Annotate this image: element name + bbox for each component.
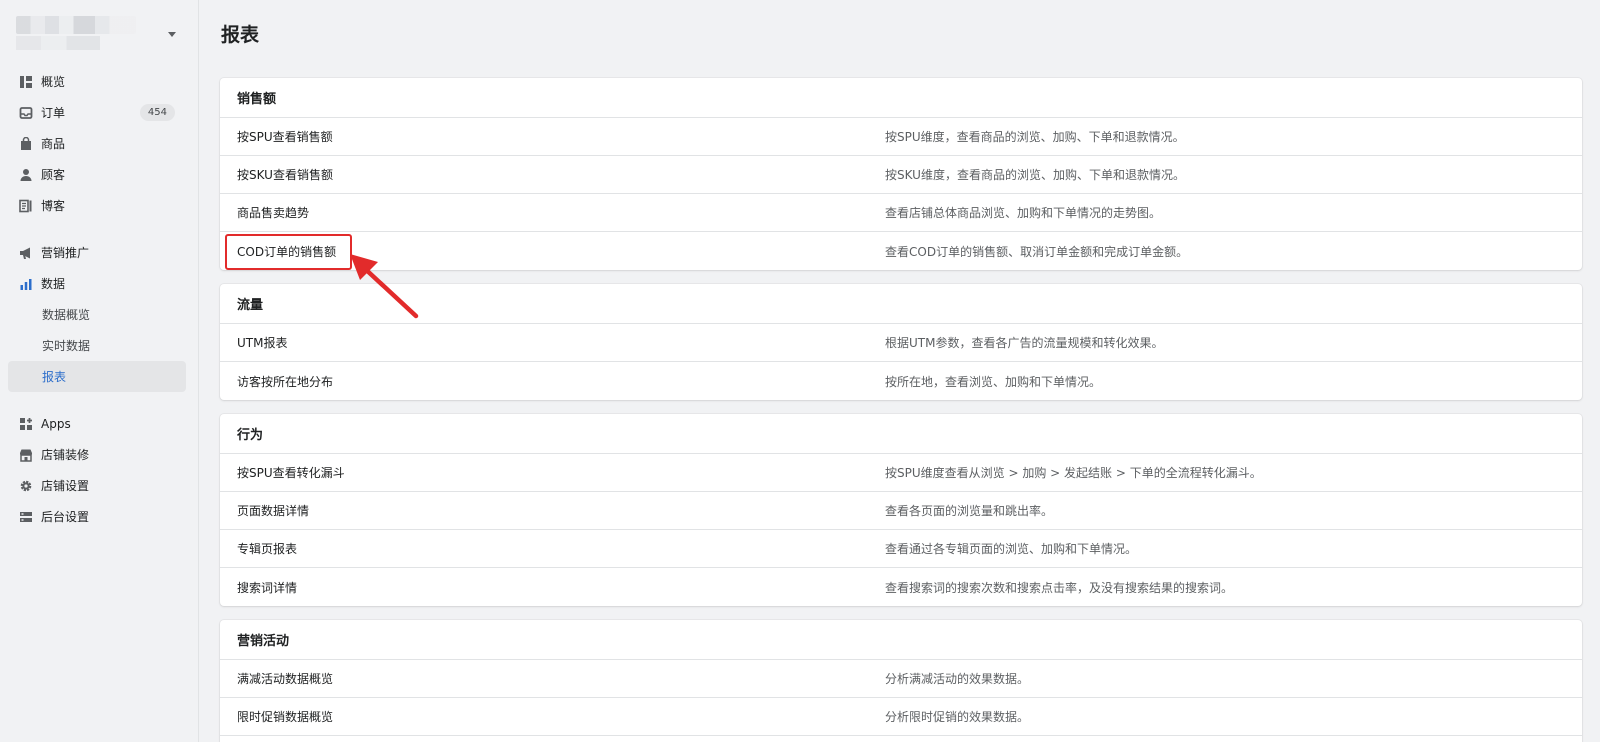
sidebar-item-analytics[interactable]: 数据 (8, 268, 186, 299)
report-name[interactable]: 按SKU查看销售额 (220, 166, 885, 183)
section-behavior: 行为 按SPU查看转化漏斗 按SPU维度查看从浏览 > 加购 > 发起结账 > … (220, 414, 1582, 606)
store-design-icon (19, 448, 33, 462)
sidebar-item-label: 订单 (41, 106, 66, 120)
report-row[interactable]: 按SPU查看销售额 按SPU维度，查看商品的浏览、加购、下单和退款情况。 (220, 118, 1582, 156)
apps-icon (19, 417, 33, 431)
sidebar-item-label: 店铺装修 (41, 448, 90, 462)
sidebar-item-label: 概览 (41, 75, 66, 89)
report-name[interactable]: 页面数据详情 (220, 502, 885, 519)
overview-icon (19, 75, 33, 89)
report-row[interactable]: 搜索词详情 查看搜索词的搜索次数和搜索点击率，及没有搜索结果的搜索词。 (220, 568, 1582, 606)
sidebar-nav: 概览 订单 454 商品 顾客 博客 营销推广 数据 数据概览 实时数据 报表 … (8, 66, 186, 532)
sidebar-item-admin-settings[interactable]: 后台设置 (8, 501, 186, 532)
section-traffic: 流量 UTM报表 根据UTM参数，查看各广告的流量规模和转化效果。 访客按所在地… (220, 284, 1582, 400)
admin-settings-icon (19, 510, 33, 524)
report-row[interactable]: 按SKU查看销售额 按SKU维度，查看商品的浏览、加购、下单和退款情况。 (220, 156, 1582, 194)
report-row[interactable]: COD订单的销售额 查看COD订单的销售额、取消订单金额和完成订单金额。 (220, 232, 1582, 270)
report-description: 根据UTM参数，查看各广告的流量规模和转化效果。 (885, 336, 1164, 350)
report-row[interactable]: 访客按所在地分布 按所在地，查看浏览、加购和下单情况。 (220, 362, 1582, 400)
orders-icon (19, 106, 33, 120)
report-row[interactable]: 专辑页报表 查看通过各专辑页面的浏览、加购和下单情况。 (220, 530, 1582, 568)
sidebar-item-label: 顾客 (41, 168, 66, 182)
report-name[interactable]: 访客按所在地分布 (220, 373, 885, 390)
sidebar-item-overview[interactable]: 概览 (8, 66, 186, 97)
section-title: 流量 (220, 284, 1582, 324)
section-title: 营销活动 (220, 620, 1582, 660)
report-row[interactable]: UTM报表 根据UTM参数，查看各广告的流量规模和转化效果。 (220, 324, 1582, 362)
report-row[interactable]: 页面数据详情 查看各页面的浏览量和跳出率。 (220, 492, 1582, 530)
sidebar-subitem-data-overview[interactable]: 数据概览 (8, 299, 186, 330)
report-description: 按SPU维度查看从浏览 > 加购 > 发起结账 > 下单的全流程转化漏斗。 (885, 466, 1262, 480)
report-description: 查看通过各专辑页面的浏览、加购和下单情况。 (885, 542, 1138, 556)
report-name[interactable]: 按SPU查看转化漏斗 (220, 464, 885, 481)
report-row[interactable]: 限时促销数据概览 分析限时促销的效果数据。 (220, 698, 1582, 736)
sidebar-item-label: 后台设置 (41, 510, 90, 524)
sidebar-subitem-realtime[interactable]: 实时数据 (8, 330, 186, 361)
sidebar: 概览 订单 454 商品 顾客 博客 营销推广 数据 数据概览 实时数据 报表 … (0, 0, 199, 742)
sidebar-item-customers[interactable]: 顾客 (8, 159, 186, 190)
orders-count-badge: 454 (139, 104, 175, 121)
store-name-blurred (16, 16, 136, 52)
sidebar-item-products[interactable]: 商品 (8, 128, 186, 159)
sidebar-item-store-settings[interactable]: 店铺设置 (8, 470, 186, 501)
page-title: 报表 (221, 24, 260, 46)
report-name[interactable]: UTM报表 (220, 334, 885, 351)
report-description: 查看店铺总体商品浏览、加购和下单情况的走势图。 (885, 206, 1162, 220)
chevron-down-icon[interactable] (168, 31, 176, 37)
marketing-icon (19, 246, 33, 260)
sidebar-item-label: 数据 (41, 277, 66, 291)
section-promotions: 营销活动 满减活动数据概览 分析满减活动的效果数据。 限时促销数据概览 分析限时… (220, 620, 1582, 742)
sidebar-subitem-reports[interactable]: 报表 (8, 361, 186, 392)
sidebar-item-blog[interactable]: 博客 (8, 190, 186, 221)
sidebar-item-orders[interactable]: 订单 454 (8, 97, 186, 128)
customers-icon (19, 168, 33, 182)
section-sales: 销售额 按SPU查看销售额 按SPU维度，查看商品的浏览、加购、下单和退款情况。… (220, 78, 1582, 270)
report-name[interactable]: 限时促销数据概览 (220, 708, 885, 725)
analytics-icon (19, 277, 33, 291)
report-description: 按SPU维度，查看商品的浏览、加购、下单和退款情况。 (885, 130, 1185, 144)
section-title: 销售额 (220, 78, 1582, 118)
report-name[interactable]: 搜索词详情 (220, 579, 885, 596)
sidebar-item-marketing[interactable]: 营销推广 (8, 237, 186, 268)
products-icon (19, 136, 33, 151)
sidebar-item-label: 营销推广 (41, 246, 90, 260)
annotation-highlight-box (225, 234, 352, 270)
report-description: 分析限时促销的效果数据。 (885, 710, 1030, 724)
sidebar-item-label: 博客 (41, 199, 66, 213)
sidebar-item-label: 店铺设置 (41, 479, 90, 493)
report-row[interactable]: 按SPU查看转化漏斗 按SPU维度查看从浏览 > 加购 > 发起结账 > 下单的… (220, 454, 1582, 492)
sidebar-item-store-design[interactable]: 店铺装修 (8, 439, 186, 470)
report-description: 查看搜索词的搜索次数和搜索点击率，及没有搜索结果的搜索词。 (885, 580, 1234, 595)
report-description: 分析满减活动的效果数据。 (885, 672, 1030, 686)
report-name[interactable]: 满减活动数据概览 (220, 670, 885, 687)
report-description: 查看各页面的浏览量和跳出率。 (885, 504, 1054, 518)
report-name[interactable]: 专辑页报表 (220, 540, 885, 557)
sidebar-item-label: 商品 (41, 137, 66, 151)
report-description: 查看COD订单的销售额、取消订单金额和完成订单金额。 (885, 244, 1189, 259)
sidebar-item-label: Apps (41, 416, 71, 431)
report-name[interactable]: 按SPU查看销售额 (220, 128, 885, 145)
settings-icon (19, 479, 33, 493)
report-row[interactable]: 商品售卖趋势 查看店铺总体商品浏览、加购和下单情况的走势图。 (220, 194, 1582, 232)
annotation-arrow-icon (350, 254, 419, 319)
store-switcher[interactable] (16, 16, 186, 52)
report-row[interactable]: 满减活动数据概览 分析满减活动的效果数据。 (220, 660, 1582, 698)
report-description: 按所在地，查看浏览、加购和下单情况。 (885, 374, 1102, 389)
blog-icon (19, 199, 33, 213)
report-name[interactable]: 商品售卖趋势 (220, 204, 885, 221)
section-title: 行为 (220, 414, 1582, 454)
report-description: 按SKU维度，查看商品的浏览、加购、下单和退款情况。 (885, 168, 1185, 182)
sidebar-item-apps[interactable]: Apps (8, 408, 186, 439)
